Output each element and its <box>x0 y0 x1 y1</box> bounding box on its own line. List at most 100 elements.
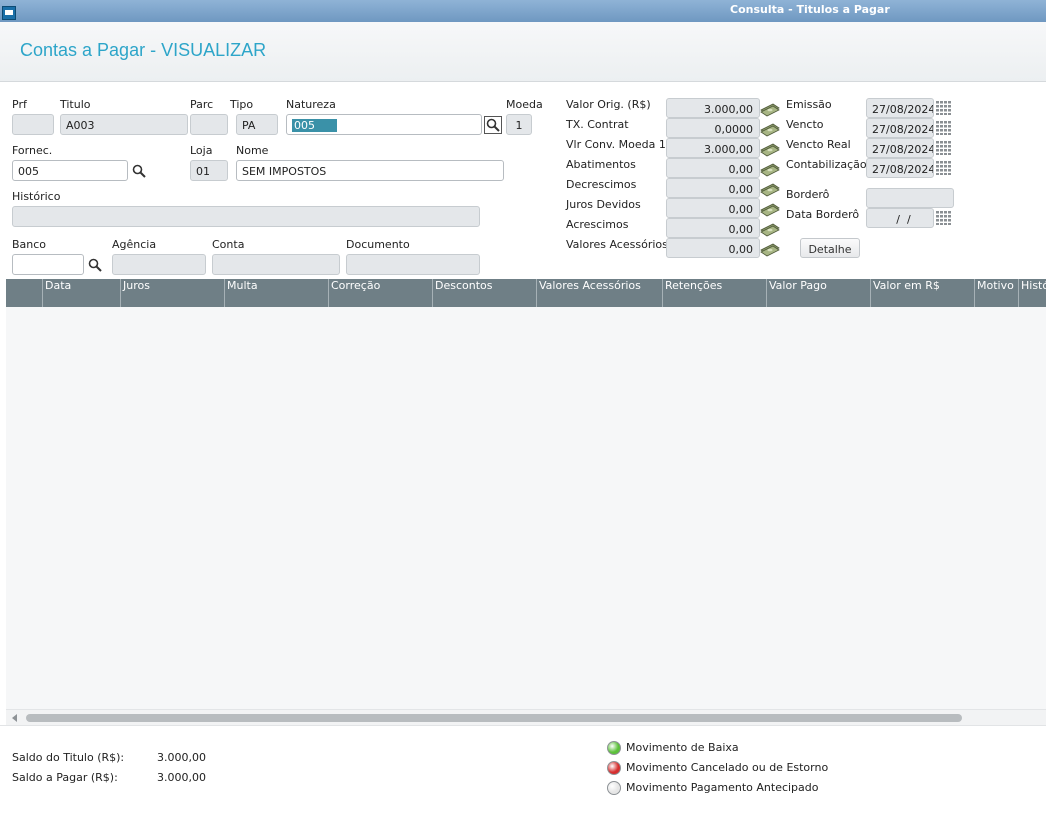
date-field[interactable]: 27/08/2024 <box>866 98 934 118</box>
money-icon[interactable] <box>760 181 780 197</box>
natureza-search-button[interactable] <box>484 116 502 134</box>
data-bordero-field[interactable]: / / <box>866 208 934 228</box>
table-header-cell[interactable]: Histó <box>1018 279 1046 307</box>
nome-label: Nome <box>236 144 269 157</box>
date-field[interactable]: 27/08/2024 <box>866 118 934 138</box>
date-label: Vencto Real <box>786 138 851 151</box>
fornec-input[interactable]: 005 <box>12 160 128 181</box>
value-field[interactable]: 3.000,00 <box>666 98 760 118</box>
natureza-input[interactable]: 005 <box>286 114 482 135</box>
table-header: Data Juros Multa Correção Descontos Valores A… <box>6 279 1046 307</box>
nome-field[interactable]: SEM IMPOSTOS <box>236 160 504 181</box>
date-field[interactable]: 27/08/2024 <box>866 138 934 158</box>
value-field[interactable]: 0,00 <box>666 238 760 258</box>
historico-field[interactable] <box>12 206 480 227</box>
value-label: Valor Orig. (R$) <box>566 98 651 111</box>
table-header-cell[interactable]: Descontos <box>432 279 536 307</box>
legend-status-dot-icon <box>607 781 621 795</box>
money-icon[interactable] <box>760 101 780 117</box>
footer-divider <box>0 725 1046 726</box>
window-app-icon <box>2 6 16 20</box>
table-header-cell[interactable]: Juros <box>120 279 224 307</box>
calendar-icon[interactable] <box>936 141 952 155</box>
legend-label: Movimento Pagamento Antecipado <box>626 781 819 794</box>
window-title: Consulta - Titulos a Pagar <box>730 3 890 16</box>
documento-field[interactable] <box>346 254 480 275</box>
loja-field[interactable]: 01 <box>190 160 228 181</box>
natureza-value: 005 <box>292 119 337 132</box>
date-label: Vencto <box>786 118 824 131</box>
scroll-left-arrow-icon[interactable] <box>12 714 17 722</box>
table-header-status[interactable] <box>6 279 42 307</box>
legend-status-dot-icon <box>607 741 621 755</box>
value-label: Juros Devidos <box>566 198 641 211</box>
moeda-field[interactable]: 1 <box>506 114 532 135</box>
money-icon[interactable] <box>760 121 780 137</box>
parc-field[interactable] <box>190 114 228 135</box>
window-title-bar: Consulta - Titulos a Pagar <box>0 0 1046 22</box>
historico-label: Histórico <box>12 190 61 203</box>
value-field[interactable]: 0,00 <box>666 198 760 218</box>
banco-input[interactable] <box>12 254 84 275</box>
value-field[interactable]: 0,00 <box>666 158 760 178</box>
natureza-label: Natureza <box>286 98 336 111</box>
conta-label: Conta <box>212 238 245 251</box>
value-field[interactable]: 0,00 <box>666 178 760 198</box>
money-icon[interactable] <box>760 241 780 257</box>
money-icon[interactable] <box>760 161 780 177</box>
calendar-icon[interactable] <box>936 211 952 225</box>
prf-label: Prf <box>12 98 27 111</box>
agencia-field[interactable] <box>112 254 206 275</box>
date-field[interactable]: 27/08/2024 <box>866 158 934 178</box>
table-header-cell[interactable]: Valor Pago <box>766 279 870 307</box>
table-header-cell[interactable]: Motivo <box>974 279 1018 307</box>
money-icon[interactable] <box>760 141 780 157</box>
banco-search-icon[interactable] <box>87 257 103 273</box>
legend-status-dot-icon <box>607 761 621 775</box>
value-field[interactable]: 0,0000 <box>666 118 760 138</box>
value-label: Decrescimos <box>566 178 637 191</box>
table-header-cell[interactable]: Valores Acessórios <box>536 279 662 307</box>
table-header-cell[interactable]: Valor em R$ <box>870 279 974 307</box>
calendar-icon[interactable] <box>936 121 952 135</box>
titulo-label: Titulo <box>60 98 91 111</box>
table-header-cell[interactable]: Multa <box>224 279 328 307</box>
loja-label: Loja <box>190 144 213 157</box>
money-icon[interactable] <box>760 201 780 217</box>
table-header-cell[interactable]: Correção <box>328 279 432 307</box>
saldo-titulo-value: 3.000,00 <box>157 751 206 764</box>
titulo-field[interactable]: A003 <box>60 114 188 135</box>
fornec-label: Fornec. <box>12 144 53 157</box>
table-header-cell[interactable]: Data <box>42 279 120 307</box>
value-field[interactable]: 0,00 <box>666 218 760 238</box>
horizontal-scrollbar[interactable] <box>6 709 1046 725</box>
moeda-label: Moeda <box>506 98 543 111</box>
bordero-field[interactable] <box>866 188 954 208</box>
value-label: TX. Contrat <box>566 118 629 131</box>
value-label: Vlr Conv. Moeda 1 <box>566 138 666 151</box>
calendar-icon[interactable] <box>936 101 952 115</box>
money-icon[interactable] <box>760 221 780 237</box>
calendar-icon[interactable] <box>936 161 952 175</box>
saldo-pagar-label: Saldo a Pagar (R$): <box>12 771 118 784</box>
value-field[interactable]: 3.000,00 <box>666 138 760 158</box>
value-label: Acrescimos <box>566 218 629 231</box>
search-icon <box>486 118 500 132</box>
tipo-field[interactable]: PA <box>236 114 278 135</box>
fornec-search-icon[interactable] <box>131 163 147 179</box>
bordero-label: Borderô <box>786 188 830 201</box>
table-header-cell[interactable]: Retenções <box>662 279 766 307</box>
detalhe-button[interactable]: Detalhe <box>800 238 860 258</box>
scrollbar-thumb[interactable] <box>26 714 962 722</box>
saldo-pagar-value: 3.000,00 <box>157 771 206 784</box>
value-label: Abatimentos <box>566 158 636 171</box>
prf-field[interactable] <box>12 114 54 135</box>
banco-label: Banco <box>12 238 47 251</box>
conta-field[interactable] <box>212 254 340 275</box>
agencia-label: Agência <box>112 238 157 251</box>
data-bordero-label: Data Borderô <box>786 208 860 221</box>
table-body[interactable] <box>6 307 1046 709</box>
legend-label: Movimento Cancelado ou de Estorno <box>626 761 829 774</box>
date-label: Emissão <box>786 98 832 111</box>
parc-label: Parc <box>190 98 214 111</box>
